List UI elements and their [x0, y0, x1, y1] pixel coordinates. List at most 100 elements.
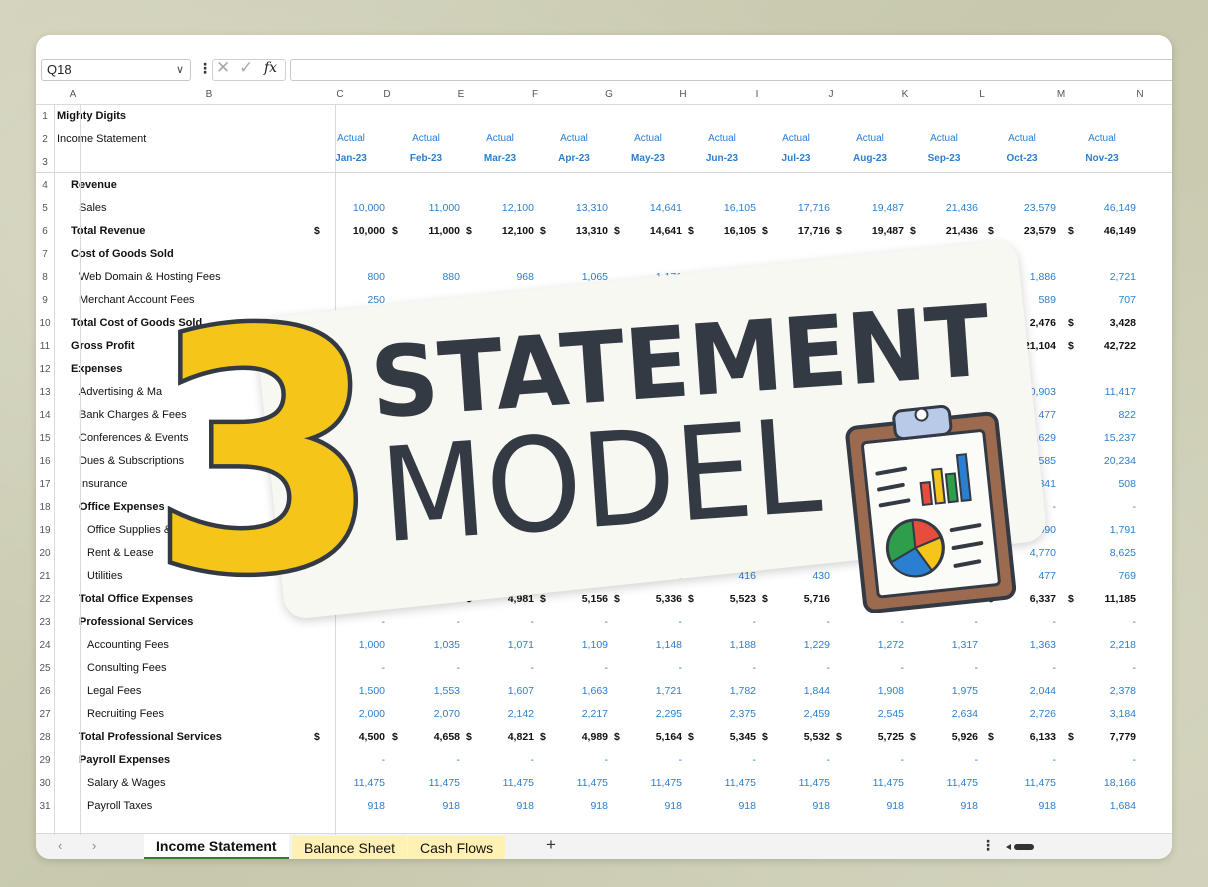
data-cell[interactable]: -: [612, 662, 683, 674]
data-cell[interactable]: -: [1066, 754, 1137, 766]
data-cell[interactable]: -: [760, 662, 831, 674]
row-label[interactable]: Cost of Goods Sold: [71, 248, 174, 260]
row-label[interactable]: Total Revenue: [71, 225, 145, 237]
row-number[interactable]: 22: [36, 594, 54, 605]
data-cell[interactable]: 16,105: [686, 202, 756, 214]
data-cell[interactable]: 918: [986, 800, 1056, 812]
data-cell[interactable]: 17,716: [760, 225, 830, 237]
column-header-h[interactable]: H: [668, 89, 698, 100]
data-cell[interactable]: 1,908: [834, 685, 904, 697]
data-cell[interactable]: 918: [760, 800, 830, 812]
data-cell[interactable]: -: [834, 616, 905, 628]
more-options-icon[interactable]: ⋮: [981, 837, 995, 854]
data-cell[interactable]: 1,109: [538, 639, 608, 651]
row-label[interactable]: Expenses: [71, 363, 122, 375]
data-cell[interactable]: 918: [538, 800, 608, 812]
column-header-n[interactable]: N: [1125, 89, 1155, 100]
row-label[interactable]: Utilities: [87, 570, 122, 582]
data-cell[interactable]: -: [390, 754, 461, 766]
data-cell[interactable]: 11,000: [390, 225, 460, 237]
data-cell[interactable]: 11,475: [464, 777, 534, 789]
row-label[interactable]: Web Domain & Hosting Fees: [79, 271, 221, 283]
data-cell[interactable]: 2,378: [1066, 685, 1136, 697]
data-cell[interactable]: 1,000: [315, 639, 385, 651]
data-cell[interactable]: 1,071: [464, 639, 534, 651]
row-label[interactable]: Payroll Expenses: [79, 754, 170, 766]
row-number[interactable]: 7: [36, 249, 54, 260]
data-cell[interactable]: 2,295: [612, 708, 682, 720]
data-cell[interactable]: -: [1066, 616, 1137, 628]
data-cell[interactable]: -: [986, 754, 1057, 766]
data-cell[interactable]: 918: [464, 800, 534, 812]
row-label[interactable]: Insurance: [79, 478, 127, 490]
data-cell[interactable]: 918: [390, 800, 460, 812]
column-header-k[interactable]: K: [890, 89, 920, 100]
data-cell[interactable]: 11,475: [908, 777, 978, 789]
data-cell[interactable]: 15,237: [1066, 432, 1136, 444]
data-cell[interactable]: -: [908, 616, 979, 628]
row-label[interactable]: Rent & Lease: [87, 547, 154, 559]
data-cell[interactable]: 1,844: [760, 685, 830, 697]
row-number[interactable]: 6: [36, 226, 54, 237]
row-number[interactable]: 20: [36, 548, 54, 559]
data-cell[interactable]: 23,579: [986, 202, 1056, 214]
data-cell[interactable]: 11,000: [390, 202, 460, 214]
tab-cash-flows[interactable]: Cash Flows: [408, 836, 506, 859]
data-cell[interactable]: -: [1066, 662, 1137, 674]
data-cell[interactable]: 1,272: [834, 639, 904, 651]
data-cell[interactable]: 918: [908, 800, 978, 812]
data-cell[interactable]: 5,156: [538, 593, 608, 605]
column-header-i[interactable]: I: [742, 89, 772, 100]
row-number[interactable]: 3: [36, 157, 54, 168]
data-cell[interactable]: 918: [834, 800, 904, 812]
data-cell[interactable]: -: [612, 616, 683, 628]
data-cell[interactable]: -: [315, 662, 386, 674]
data-cell[interactable]: -: [464, 754, 535, 766]
data-cell[interactable]: 2,070: [390, 708, 460, 720]
data-cell[interactable]: 3,428: [1066, 317, 1136, 329]
data-cell[interactable]: -: [760, 616, 831, 628]
row-number[interactable]: 30: [36, 778, 54, 789]
data-cell[interactable]: 14,641: [612, 225, 682, 237]
data-cell[interactable]: 5,532: [760, 731, 830, 743]
data-cell[interactable]: -: [464, 662, 535, 674]
data-cell[interactable]: 5,523: [686, 593, 756, 605]
data-cell[interactable]: 1,663: [538, 685, 608, 697]
data-cell[interactable]: 769: [1066, 570, 1136, 582]
data-cell[interactable]: 2,142: [464, 708, 534, 720]
row-number[interactable]: 21: [36, 571, 54, 582]
data-cell[interactable]: 5,336: [612, 593, 682, 605]
data-cell[interactable]: 11,475: [834, 777, 904, 789]
data-cell[interactable]: 4,989: [538, 731, 608, 743]
row-number[interactable]: 9: [36, 295, 54, 306]
data-cell[interactable]: 918: [315, 800, 385, 812]
data-cell[interactable]: 1,607: [464, 685, 534, 697]
row-number[interactable]: 24: [36, 640, 54, 651]
data-cell[interactable]: 800: [315, 271, 385, 283]
data-cell[interactable]: 2,634: [908, 708, 978, 720]
check-icon[interactable]: ✓: [239, 58, 253, 78]
data-cell[interactable]: 11,475: [538, 777, 608, 789]
row-number[interactable]: 13: [36, 387, 54, 398]
data-cell[interactable]: 1,035: [390, 639, 460, 651]
data-cell[interactable]: 1,188: [686, 639, 756, 651]
more-options-icon[interactable]: ⋮: [198, 60, 212, 77]
row-number[interactable]: 12: [36, 364, 54, 375]
data-cell[interactable]: -: [986, 616, 1057, 628]
data-cell[interactable]: 918: [686, 800, 756, 812]
data-cell[interactable]: 21,436: [908, 202, 978, 214]
data-cell[interactable]: 4,658: [390, 731, 460, 743]
data-cell[interactable]: 2,000: [315, 708, 385, 720]
data-cell[interactable]: 4,821: [464, 731, 534, 743]
data-cell[interactable]: 46,149: [1066, 202, 1136, 214]
data-cell[interactable]: 2,721: [1066, 271, 1136, 283]
data-cell[interactable]: 3,184: [1066, 708, 1136, 720]
horizontal-scrollbar[interactable]: [1006, 843, 1036, 851]
row-number[interactable]: 2: [36, 134, 54, 145]
name-box[interactable]: Q18 ∨: [41, 59, 191, 81]
row-label[interactable]: Total Office Expenses: [79, 593, 193, 605]
data-cell[interactable]: 2,545: [834, 708, 904, 720]
data-cell[interactable]: 707: [1066, 294, 1136, 306]
data-cell[interactable]: 18,166: [1066, 777, 1136, 789]
data-cell[interactable]: 11,417: [1066, 386, 1136, 398]
